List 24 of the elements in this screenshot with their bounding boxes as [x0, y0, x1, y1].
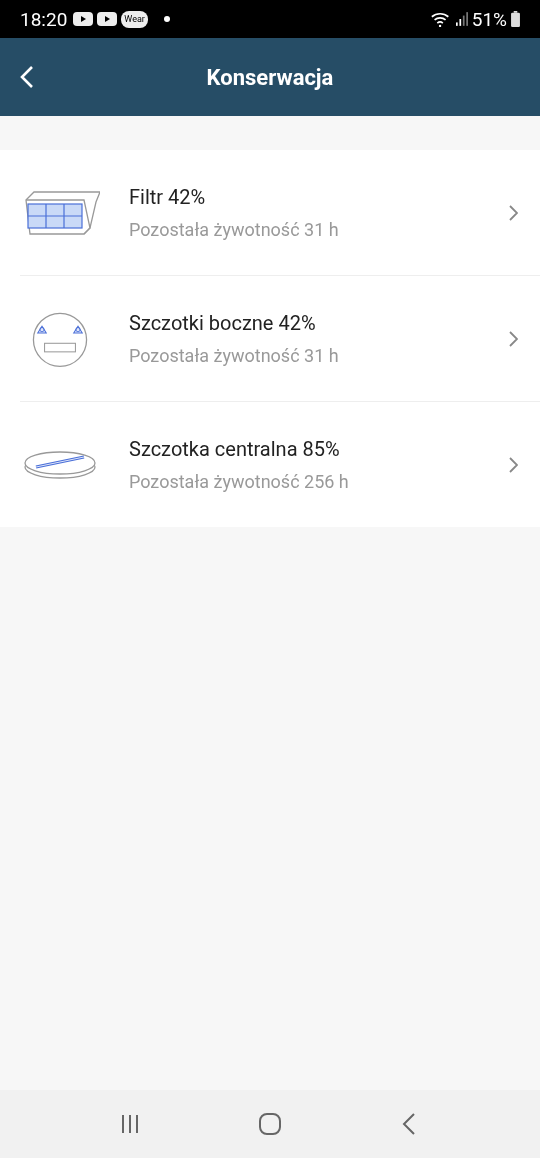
video-app-icon: [73, 12, 94, 26]
video-app-icon: [97, 12, 118, 26]
wifi-icon: [429, 10, 452, 28]
clock: 18:20: [20, 7, 68, 31]
app-badge: Wear: [121, 10, 148, 28]
chevron-icon: [508, 329, 518, 348]
page-title: Konserwacja: [206, 64, 334, 90]
maintenance-item[interactable]: Szczotki boczne 42% Pozostała żywotność 31 h: [20, 275, 540, 401]
signal-icon: [455, 12, 468, 26]
chevron-icon: [508, 455, 518, 474]
home-icon[interactable]: [258, 1112, 282, 1136]
battery-icon: [511, 11, 520, 27]
maintenance-item[interactable]: Szczotka centralna 85% Pozostała żywotność 256 h: [20, 401, 540, 527]
item-title: Szczotki boczne 42%: [129, 311, 317, 335]
item-title: Szczotka centralna 85%: [129, 437, 341, 461]
item-title: Filtr 42%: [129, 185, 207, 209]
chevron-icon: [508, 203, 518, 222]
back-icon[interactable]: [20, 65, 34, 89]
maintenance-item[interactable]: Filtr 42% Pozostała żywotność 31 h: [20, 150, 540, 275]
item-subtitle: Pozostała żywotność 31 h: [129, 345, 340, 366]
item-subtitle: Pozostała żywotność 256 h: [129, 471, 350, 492]
item-subtitle: Pozostała żywotność 31 h: [129, 219, 340, 240]
battery-percentage: 51%: [471, 7, 507, 31]
notification-dot-icon: [163, 16, 170, 22]
